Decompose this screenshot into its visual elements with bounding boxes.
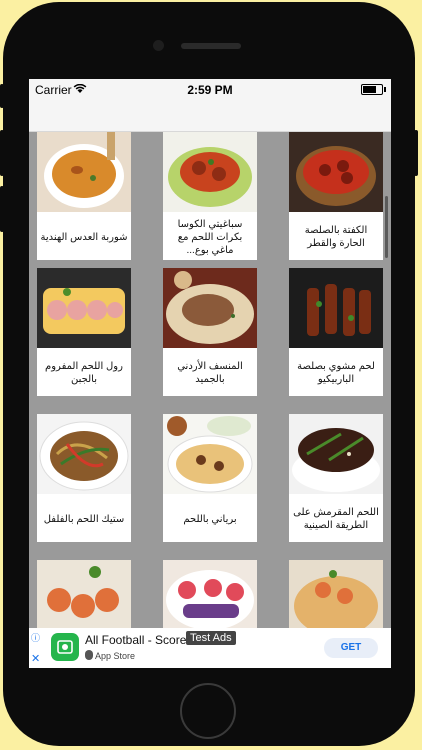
recipe-card[interactable]: شوربة العدس الهندية [37,132,131,260]
volume-down-button [0,186,4,232]
recipe-image-biryani [163,414,257,494]
recipe-image-meat-roll [37,268,131,348]
recipe-card[interactable] [289,560,383,628]
apple-icon [85,650,93,660]
status-time: 2:59 PM [187,83,233,97]
recipe-card[interactable] [163,560,257,628]
ad-title-tail: s [226,632,232,644]
recipe-title: شوربة العدس الهندية [40,231,128,243]
recipe-image-lentil-soup [37,132,131,212]
speaker-grille [181,43,241,49]
recipe-title: المنسف الأردني بالجميد [177,361,243,385]
recipe-title: سباغيتي الكوسا بكرات اللحم مع ماغي بوع..… [177,218,243,256]
recipe-title: اللحم المقرمش على الطريقة الصينية [293,507,379,531]
ad-store-label: App Store [95,651,136,661]
recipe-title: الكفتة بالصلصة الحارة والقطر [304,225,368,249]
get-button[interactable]: GET [324,638,378,658]
recipe-image-salad [163,560,257,628]
recipe-title: برياني باللحم [183,513,237,525]
ad-info-icon[interactable]: ⓘ [31,631,41,643]
test-ad-label: Test Ad [190,632,227,644]
ad-banner[interactable]: ⓘ ✕ All Football - Score Test Ads App St… [29,628,391,668]
volume-up-button [0,130,4,176]
recipe-card[interactable]: الكفتة بالصلصة الحارة والقطر [289,132,383,260]
recipe-image-pepper-steak [37,414,131,494]
ad-app-title: All Football - Score [85,633,187,647]
power-button [414,130,418,176]
test-ad-badge: Test Ads [186,631,236,645]
app-logo-icon [51,633,79,661]
recipe-image-shrimp [37,560,131,628]
recipe-card[interactable]: ستيك اللحم بالفلفل [37,414,131,542]
status-bar: Carrier 2:59 PM [29,79,391,101]
recipe-card[interactable]: برياني باللحم [163,414,257,542]
app-screen: Carrier 2:59 PM شوربة العدس الهندية سباغ… [29,79,391,668]
battery-icon [361,84,386,95]
navigation-bar [29,101,391,132]
recipe-title: ستيك اللحم بالفلفل [43,513,125,525]
recipe-image-crispy-beef [289,414,383,494]
recipe-image-zucchini-spaghetti [163,132,257,212]
recipe-card[interactable]: رول اللحم المفروم بالجبن [37,268,131,396]
recipe-card[interactable]: المنسف الأردني بالجميد [163,268,257,396]
recipe-title: لحم مشوي بصلصة الباربيكيو [297,361,375,385]
recipe-card[interactable]: سباغيتي الكوسا بكرات اللحم مع ماغي بوع..… [163,132,257,260]
ad-close-icon[interactable]: ✕ [31,652,41,665]
mute-switch [0,84,4,108]
recipe-grid[interactable]: شوربة العدس الهندية سباغيتي الكوسا بكرات… [29,132,391,628]
recipe-image-kofta-pot [289,132,383,212]
home-button[interactable] [180,683,236,739]
recipe-image-bbq-skewers [289,268,383,348]
front-camera [153,40,164,51]
recipe-title: رول اللحم المفروم بالجبن [45,361,123,385]
recipe-image-mansaf [163,268,257,348]
recipe-card[interactable]: اللحم المقرمش على الطريقة الصينية [289,414,383,542]
vertical-scrollbar[interactable] [385,196,388,258]
recipe-image-shrimp-rice [289,560,383,628]
recipe-card[interactable] [37,560,131,628]
recipe-card[interactable]: لحم مشوي بصلصة الباربيكيو [289,268,383,396]
